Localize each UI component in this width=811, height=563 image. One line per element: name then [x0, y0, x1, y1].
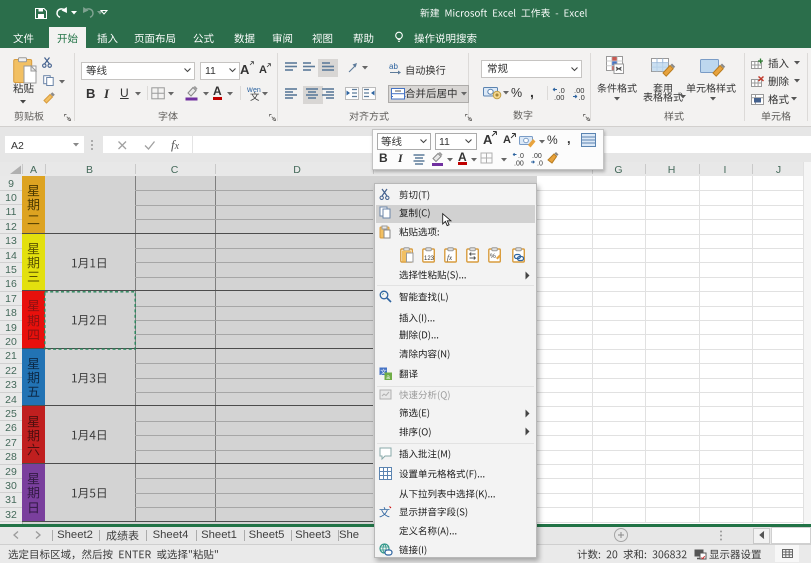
svg-text:w: w — [246, 85, 253, 94]
svg-text:en: en — [253, 87, 261, 94]
svg-text:.00: .00 — [514, 161, 524, 168]
svg-text:.00: .00 — [532, 153, 542, 160]
svg-text:%: % — [490, 253, 496, 260]
svg-text:ab: ab — [389, 62, 398, 71]
svg-text:123: 123 — [424, 256, 435, 262]
svg-text:.0: .0 — [537, 161, 543, 168]
svg-text:.00: .00 — [554, 93, 564, 102]
svg-text:.0: .0 — [518, 153, 524, 160]
svg-text:.0: .0 — [579, 93, 585, 102]
svg-text:a: a — [386, 374, 390, 381]
svg-text:fx: fx — [447, 254, 453, 262]
